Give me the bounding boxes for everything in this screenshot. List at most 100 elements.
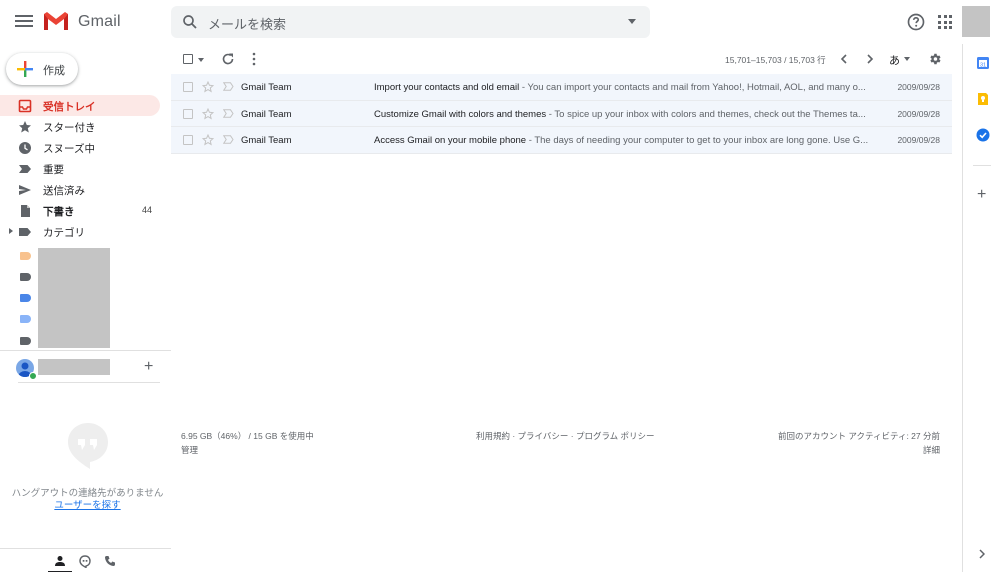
- hangouts-tabs: [0, 548, 171, 572]
- expand-panel-icon[interactable]: [979, 549, 985, 559]
- email-snippet: - The days of needing your computer to g…: [526, 135, 869, 146]
- star-outline-icon[interactable]: [202, 81, 214, 93]
- row-checkbox[interactable]: [183, 135, 193, 145]
- input-tools-dropdown-icon[interactable]: [904, 57, 910, 61]
- find-users-link[interactable]: ユーザーを探す: [0, 497, 175, 511]
- nav-label: カテゴリ: [43, 227, 85, 239]
- activity-details-link[interactable]: 詳細: [923, 444, 940, 456]
- nav-label: 重要: [43, 164, 64, 176]
- keep-icon[interactable]: [976, 92, 990, 106]
- label-icon: [19, 228, 31, 236]
- send-icon: [19, 185, 31, 195]
- clock-icon: [19, 142, 31, 154]
- app-header: Gmail メールを検索: [0, 0, 962, 44]
- compose-button[interactable]: 作成: [6, 53, 78, 85]
- star-icon: [19, 121, 31, 133]
- importance-marker-icon[interactable]: [223, 108, 234, 118]
- nav-label: 送信済み: [43, 185, 85, 197]
- row-checkbox[interactable]: [183, 82, 193, 92]
- nav-item-categories[interactable]: カテゴリ: [0, 221, 160, 242]
- nav-label: 受信トレイ: [43, 101, 96, 113]
- importance-marker-icon[interactable]: [223, 135, 234, 144]
- policy-links[interactable]: 利用規約 · プライバシー · プログラム ポリシー: [476, 430, 655, 442]
- email-sender: Gmail Team: [241, 135, 292, 146]
- search-options-dropdown-icon[interactable]: [628, 19, 636, 24]
- row-checkbox[interactable]: [183, 108, 193, 119]
- email-row[interactable]: Gmail Team Import your contacts and old …: [171, 74, 952, 101]
- email-subject: Access Gmail on your mobile phone: [374, 135, 527, 146]
- nav-item-inbox[interactable]: 受信トレイ: [0, 95, 160, 116]
- side-panel: 31 +: [962, 44, 1000, 572]
- star-outline-icon[interactable]: [202, 107, 214, 120]
- older-page-icon[interactable]: [840, 54, 848, 64]
- nav-item-starred[interactable]: スター付き: [0, 116, 160, 137]
- nav-label: スヌーズ中: [43, 143, 95, 155]
- online-status-indicator: [29, 372, 37, 380]
- tab-conversations[interactable]: [73, 551, 97, 572]
- get-addons-icon[interactable]: +: [977, 186, 986, 204]
- compose-plus-icon: [17, 61, 33, 77]
- phone-icon: [105, 556, 115, 566]
- label-tag-icon[interactable]: [20, 294, 31, 302]
- nav-label: スター付き: [43, 122, 96, 134]
- google-apps-icon[interactable]: [938, 15, 952, 29]
- search-input[interactable]: メールを検索: [208, 14, 286, 33]
- refresh-icon[interactable]: [221, 52, 235, 66]
- nav-label: 下書き: [43, 206, 75, 218]
- brand-name[interactable]: Gmail: [78, 13, 121, 31]
- divider: [973, 165, 991, 166]
- email-date: 2009/09/28: [897, 82, 940, 92]
- hangouts-bubble-icon: [68, 423, 108, 469]
- star-outline-icon[interactable]: [202, 134, 214, 146]
- svg-text:31: 31: [980, 62, 986, 68]
- redacted-labels: [38, 248, 110, 348]
- newer-page-icon[interactable]: [866, 54, 874, 64]
- email-list: Gmail Team Import your contacts and old …: [171, 74, 952, 154]
- search-bar[interactable]: メールを検索: [171, 6, 650, 38]
- search-icon[interactable]: [181, 13, 199, 31]
- draft-icon: [21, 205, 30, 217]
- label-tag-icon[interactable]: [20, 252, 31, 260]
- nav-item-snoozed[interactable]: スヌーズ中: [0, 137, 160, 158]
- tab-contacts[interactable]: [48, 551, 72, 572]
- importance-marker-icon[interactable]: [223, 82, 234, 91]
- nav-item-important[interactable]: 重要: [0, 158, 160, 179]
- email-date: 2009/09/28: [897, 108, 940, 119]
- gmail-logo-icon[interactable]: [43, 11, 69, 31]
- expand-arrow-icon[interactable]: [9, 228, 13, 234]
- divider: [18, 382, 160, 383]
- email-snippet: - To spice up your inbox with colors and…: [546, 108, 866, 120]
- more-options-icon[interactable]: [251, 52, 257, 66]
- last-activity: 前回のアカウント アクティビティ: 27 分前: [778, 431, 940, 441]
- input-tools-button[interactable]: あ: [889, 52, 900, 68]
- email-row[interactable]: Gmail Team Customize Gmail with colors a…: [171, 100, 952, 127]
- nav-item-drafts[interactable]: 下書き 44: [0, 200, 160, 221]
- email-preview: Customize Gmail with colors and themes -…: [374, 109, 869, 120]
- email-sender: Gmail Team: [241, 108, 292, 120]
- important-icon: [19, 165, 31, 173]
- help-icon[interactable]: [906, 12, 926, 32]
- label-tag-icon[interactable]: [20, 337, 31, 345]
- drafts-count: 44: [141, 205, 152, 215]
- email-row[interactable]: Gmail Team Access Gmail on your mobile p…: [171, 127, 952, 154]
- manage-storage-link[interactable]: 管理: [181, 444, 198, 456]
- hangouts-user-row[interactable]: +: [0, 350, 171, 384]
- nav-item-sent[interactable]: 送信済み: [0, 179, 160, 200]
- account-avatar[interactable]: [962, 6, 990, 37]
- calendar-icon[interactable]: 31: [976, 56, 990, 70]
- chat-bubble-icon: [79, 555, 91, 568]
- add-contact-icon[interactable]: +: [144, 358, 153, 376]
- select-all-checkbox[interactable]: [183, 54, 193, 64]
- email-subject: Customize Gmail with colors and themes: [374, 108, 547, 120]
- tab-phone[interactable]: [98, 551, 122, 572]
- email-snippet: - You can import your contacts and mail …: [519, 82, 866, 93]
- label-tag-icon[interactable]: [20, 315, 31, 323]
- select-dropdown-icon[interactable]: [198, 58, 204, 62]
- email-date: 2009/09/28: [897, 135, 940, 145]
- settings-gear-icon[interactable]: [928, 52, 942, 66]
- email-preview: Access Gmail on your mobile phone - The …: [374, 135, 869, 146]
- tasks-icon[interactable]: [976, 128, 990, 142]
- main-menu-icon[interactable]: [14, 12, 34, 32]
- label-tag-icon[interactable]: [20, 273, 31, 281]
- email-subject: Import your contacts and old email: [374, 82, 520, 93]
